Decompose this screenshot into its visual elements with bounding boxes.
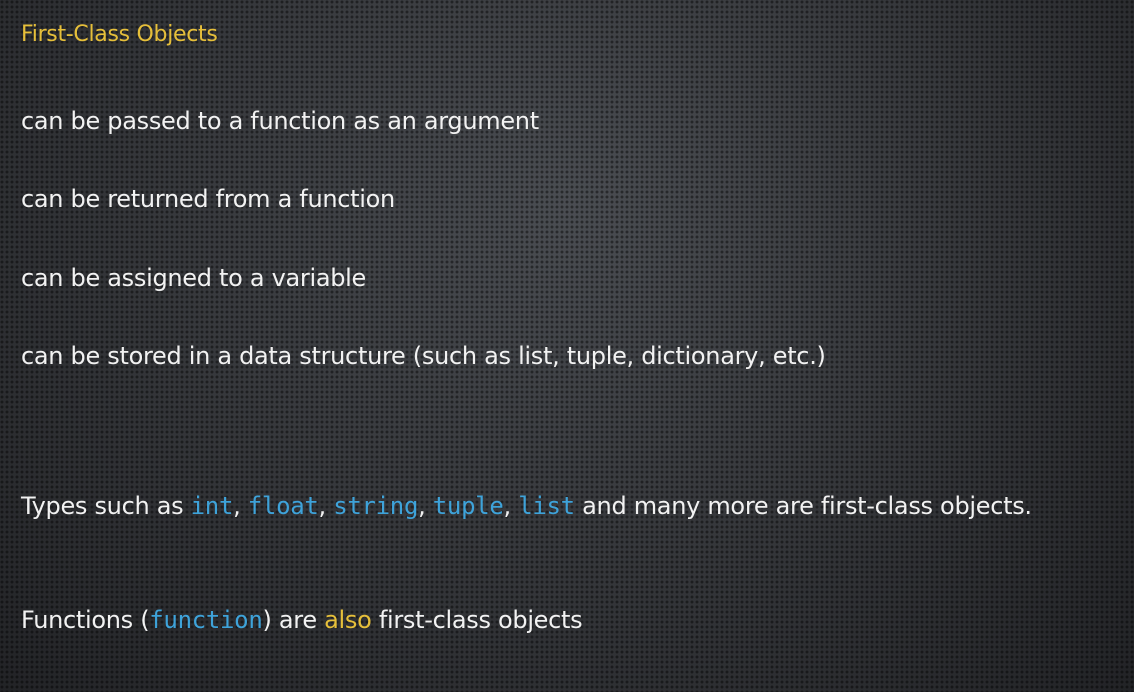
types-prefix: Types such as <box>21 492 191 520</box>
separator: , <box>318 492 334 520</box>
separator: , <box>233 492 248 520</box>
functions-statement: Functions (function) are also first-clas… <box>21 606 583 634</box>
bullet-stored-in-data-structure: can be stored in a data structure (such … <box>21 342 826 370</box>
types-statement: Types such as int, float, string, tuple,… <box>21 494 1032 518</box>
slide-title: First-Class Objects <box>21 22 218 47</box>
bullet-assigned-to-variable: can be assigned to a variable <box>21 264 367 292</box>
code-list: list <box>518 492 575 520</box>
bullet-returned-from-function: can be returned from a function <box>21 185 395 213</box>
functions-suffix: first-class objects <box>371 606 583 634</box>
separator: , <box>418 492 433 520</box>
code-function: function <box>149 606 263 634</box>
bullet-passed-as-argument: can be passed to a function as an argume… <box>21 107 539 135</box>
types-suffix: and many more are first-class objects. <box>574 492 1032 520</box>
code-string: string <box>333 492 419 520</box>
highlight-also: also <box>324 606 372 634</box>
code-int: int <box>190 492 234 520</box>
code-float: float <box>247 492 319 520</box>
functions-prefix: Functions ( <box>21 606 150 634</box>
functions-mid: ) are <box>262 606 325 634</box>
separator: , <box>503 492 519 520</box>
code-tuple: tuple <box>432 492 504 520</box>
